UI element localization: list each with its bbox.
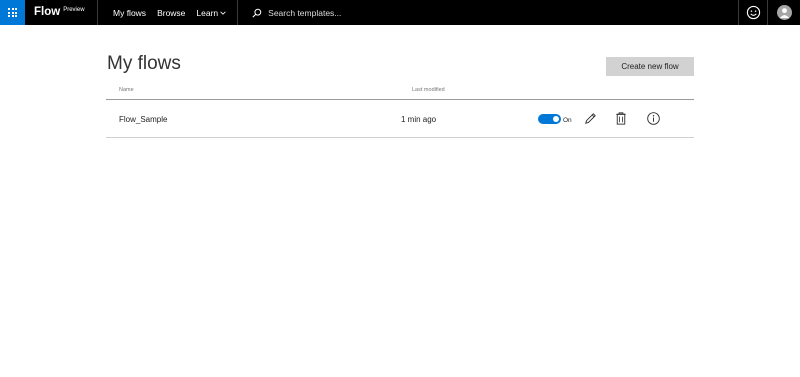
search-icon[interactable] — [252, 8, 262, 18]
nav-learn[interactable]: Learn — [196, 8, 226, 18]
flow-last-modified: 1 min ago — [401, 115, 437, 124]
search-box — [238, 0, 746, 25]
row-divider — [106, 137, 694, 138]
brand-name: Flow — [34, 6, 61, 18]
avatar-icon — [776, 5, 792, 20]
header-divider — [106, 99, 694, 100]
flow-name-link[interactable]: Flow_Sample — [119, 115, 167, 124]
app-launcher-icon[interactable] — [0, 0, 25, 25]
nav-my-flows[interactable]: My flows — [113, 8, 146, 18]
top-right-icons — [738, 0, 800, 25]
brand-preview-tag: Preview — [63, 7, 85, 13]
flow-status-toggle[interactable] — [538, 114, 561, 124]
edit-icon[interactable] — [582, 110, 598, 126]
page-title: My flows — [107, 53, 181, 74]
nav-browse[interactable]: Browse — [157, 8, 185, 18]
delete-icon[interactable] — [613, 110, 629, 126]
top-bar: Flow Preview My flows Browse Learn — [0, 0, 800, 25]
chevron-down-icon — [220, 11, 226, 15]
search-input[interactable] — [268, 7, 469, 18]
smiley-icon — [746, 5, 760, 20]
nav-learn-label: Learn — [196, 7, 219, 18]
feedback-button[interactable] — [739, 0, 767, 25]
toggle-knob — [553, 116, 559, 122]
create-new-flow-button[interactable]: Create new flow — [606, 57, 694, 76]
main-nav: My flows Browse Learn — [98, 0, 237, 25]
column-header-last-modified: Last modified — [412, 87, 445, 93]
info-icon[interactable] — [645, 110, 661, 126]
brand-logo[interactable]: Flow Preview — [25, 0, 97, 25]
flow-status-label: On — [563, 117, 572, 124]
profile-button[interactable] — [768, 0, 800, 25]
column-header-name: Name — [119, 87, 134, 93]
